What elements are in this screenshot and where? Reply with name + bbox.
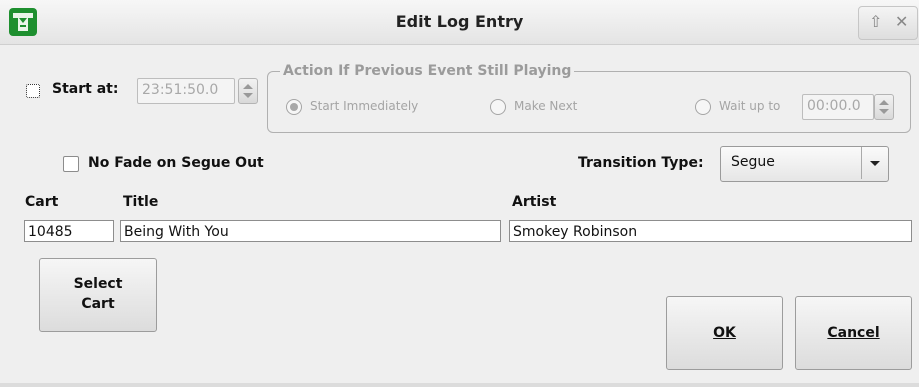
wait-time-spinner[interactable] xyxy=(874,94,894,120)
title-bar: Edit Log Entry ⇧ ✕ xyxy=(0,0,919,45)
window-controls: ⇧ ✕ xyxy=(858,6,918,40)
no-fade-checkbox[interactable] xyxy=(63,156,79,172)
start-at-label: Start at: xyxy=(52,81,119,97)
close-icon[interactable]: ✕ xyxy=(895,12,908,31)
title-field[interactable]: Being With You xyxy=(120,220,501,242)
wait-up-to-radio[interactable] xyxy=(695,99,711,115)
ok-label: OK xyxy=(713,325,736,341)
transition-type-select[interactable]: Segue xyxy=(720,146,889,182)
make-next-radio[interactable] xyxy=(490,99,506,115)
artist-field[interactable]: Smokey Robinson xyxy=(509,220,912,242)
cart-label: Cart xyxy=(25,194,59,210)
start-time-spinner[interactable] xyxy=(238,78,258,104)
cart-field[interactable]: 10485 xyxy=(24,220,114,242)
transition-type-value: Segue xyxy=(731,154,775,170)
cancel-label: Cancel xyxy=(827,325,880,341)
transition-type-label: Transition Type: xyxy=(578,155,704,171)
artist-label: Artist xyxy=(512,194,557,210)
start-at-checkbox[interactable] xyxy=(26,84,40,98)
chevron-down-icon[interactable] xyxy=(861,147,888,179)
wait-time-value: 00:00.0 xyxy=(807,98,861,114)
start-time-field[interactable]: 23:51:50.0 xyxy=(137,78,235,104)
wait-up-to-label: Wait up to xyxy=(719,99,781,113)
no-fade-label: No Fade on Segue Out xyxy=(88,155,264,171)
cancel-button[interactable]: Cancel xyxy=(795,296,912,370)
start-immediately-radio[interactable] xyxy=(286,99,302,115)
wait-time-field[interactable]: 00:00.0 xyxy=(802,94,874,120)
ok-button[interactable]: OK xyxy=(666,296,783,370)
select-cart-button[interactable]: Select Cart xyxy=(39,258,157,332)
start-immediately-label: Start Immediately xyxy=(310,99,419,113)
make-next-label: Make Next xyxy=(514,99,578,113)
window-title: Edit Log Entry xyxy=(395,12,524,31)
start-time-value: 23:51:50.0 xyxy=(142,82,219,98)
select-cart-label-line1: Select xyxy=(73,276,123,292)
action-group-title: Action If Previous Event Still Playing xyxy=(280,63,575,79)
maximize-icon[interactable]: ⇧ xyxy=(869,12,882,31)
title-label: Title xyxy=(123,194,159,210)
window-bottom-edge xyxy=(0,383,919,387)
select-cart-label-line2: Cart xyxy=(81,296,115,312)
